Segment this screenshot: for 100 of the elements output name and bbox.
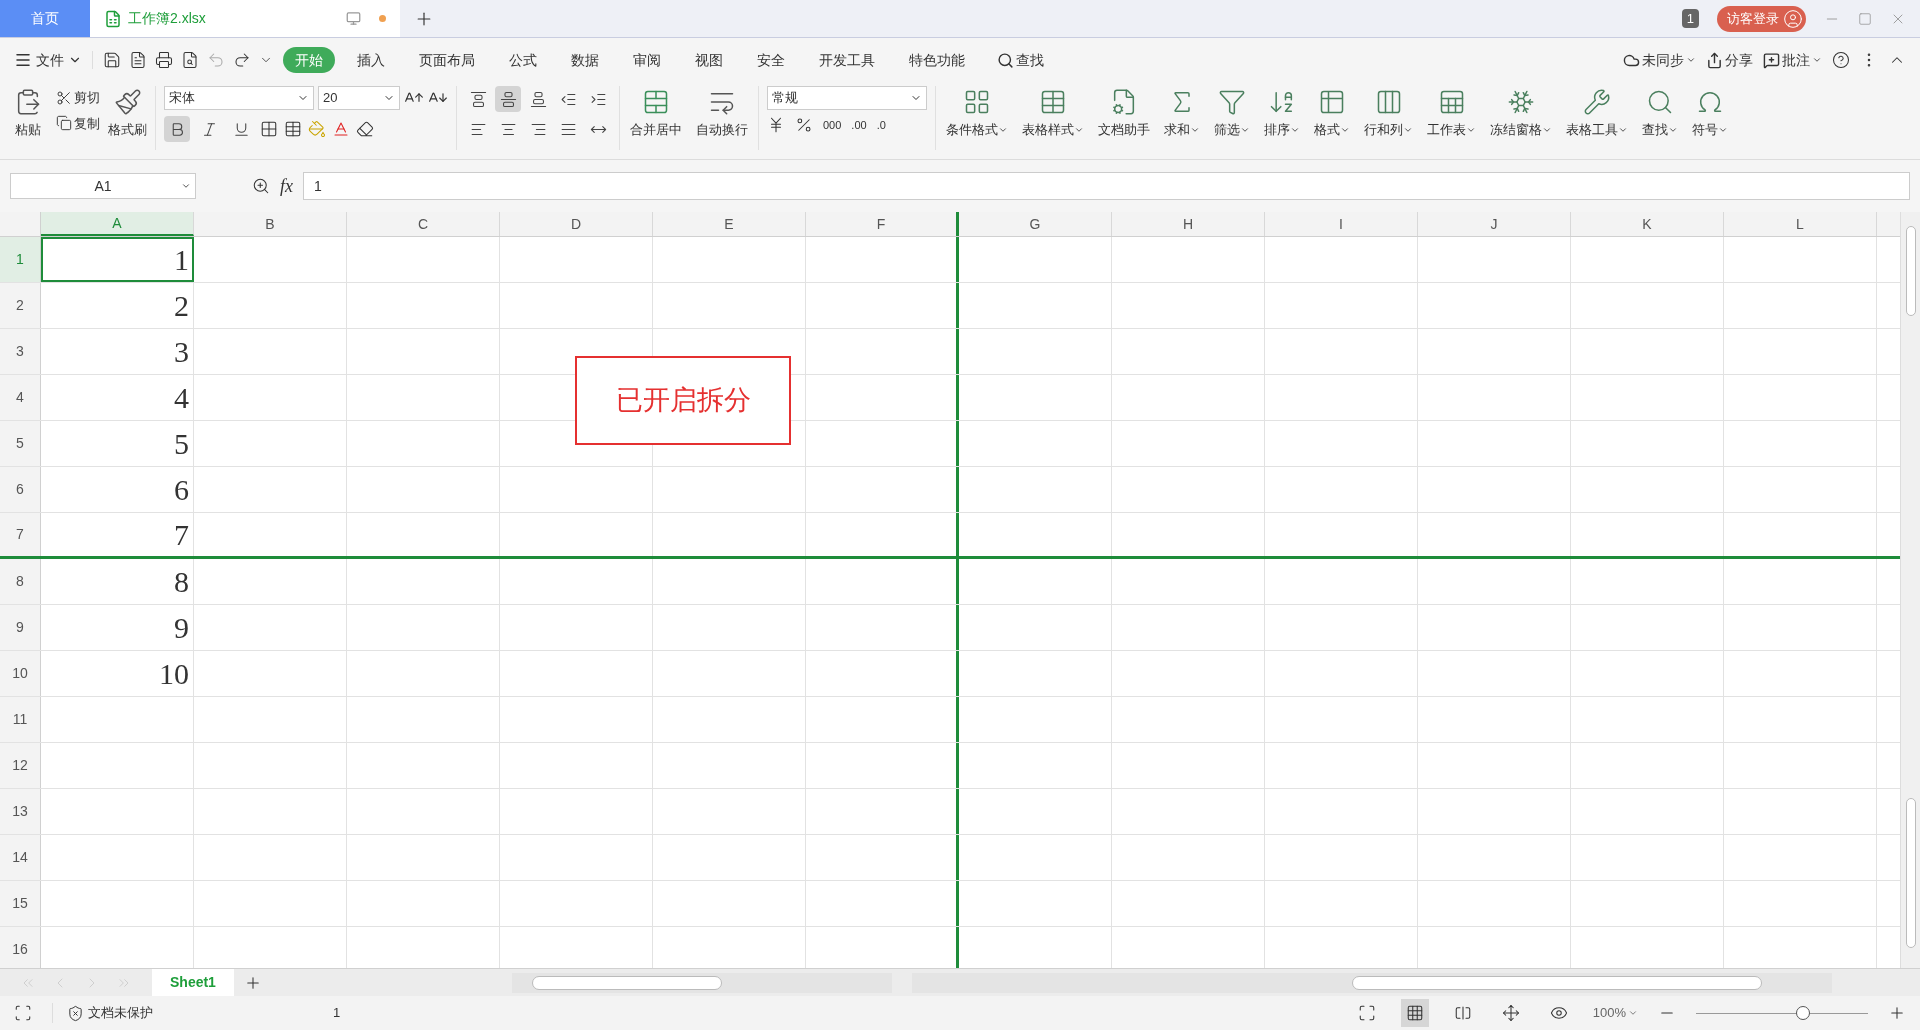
protection-status[interactable]: 文档未保护 [52, 1003, 153, 1023]
row-header[interactable]: 2 [0, 283, 41, 328]
format-painter-button[interactable]: 格式刷 [108, 86, 147, 150]
percent-icon[interactable] [795, 116, 813, 134]
row-header[interactable]: 16 [0, 927, 41, 968]
scrollbar-thumb[interactable] [1351, 975, 1762, 990]
row-header[interactable]: 9 [0, 605, 41, 650]
row-header[interactable]: 1 [0, 237, 41, 282]
eraser-icon[interactable] [356, 120, 374, 138]
thousands-button[interactable]: 000 [823, 116, 842, 134]
monitor-icon[interactable] [346, 11, 361, 26]
redo-icon[interactable] [233, 51, 251, 69]
horizontal-scrollbar[interactable] [511, 972, 892, 993]
menu-tab[interactable]: 视图 [683, 47, 735, 73]
file-menu[interactable]: 文件 [14, 49, 82, 71]
zoom-slider[interactable] [1696, 1005, 1868, 1021]
view-mode-button[interactable] [1400, 999, 1429, 1027]
column-header[interactable]: F [806, 212, 959, 236]
row-header[interactable]: 15 [0, 881, 41, 926]
print-icon[interactable] [155, 51, 173, 69]
zoom-dropdown[interactable]: 100% [1592, 1003, 1638, 1023]
row-header[interactable]: 13 [0, 789, 41, 834]
row-header[interactable]: 7 [0, 513, 41, 556]
menu-tab[interactable]: 审阅 [621, 47, 673, 73]
ribbon-tool-button[interactable]: 工作表 [1427, 86, 1476, 140]
ribbon-tool-button[interactable]: 符号 [1692, 86, 1728, 140]
name-box[interactable]: A1 [10, 173, 196, 199]
bold-button[interactable] [164, 116, 190, 142]
column-header[interactable]: B [194, 212, 347, 236]
file-tab[interactable]: 工作簿2.xlsx [90, 0, 400, 37]
save-icon[interactable] [103, 51, 121, 69]
formula-input[interactable]: 1 [303, 172, 1910, 200]
zoom-icon[interactable] [252, 177, 270, 195]
scrollbar-thumb[interactable] [531, 975, 722, 990]
wrap-text-button[interactable]: 自动换行 [696, 86, 748, 150]
zoom-in-icon[interactable] [1888, 1004, 1906, 1022]
column-header[interactable]: H [1112, 212, 1265, 236]
file-tab-label[interactable]: 工作簿2.xlsx [128, 8, 206, 29]
font-size-dropdown[interactable]: 20 [318, 86, 400, 110]
help-icon[interactable] [1832, 51, 1850, 69]
ribbon-tool-button[interactable]: 查找 [1642, 86, 1678, 140]
ribbon-tool-button[interactable]: 求和 [1164, 86, 1200, 140]
row-header[interactable]: 10 [0, 651, 41, 696]
login-button[interactable]: 访客登录 [1717, 5, 1806, 32]
merge-center-button[interactable]: 合并居中 [630, 86, 682, 150]
font-color-icon[interactable] [332, 120, 350, 138]
menu-tab[interactable]: 页面布局 [407, 47, 487, 73]
ribbon-tool-button[interactable]: 表格工具 [1566, 86, 1628, 140]
column-header[interactable]: K [1571, 212, 1724, 236]
scrollbar-thumb[interactable] [1905, 226, 1916, 316]
horizontal-scrollbar[interactable] [911, 972, 1832, 993]
add-decimal-button[interactable]: .00 [851, 116, 867, 134]
window-count-badge[interactable]: 1 [1681, 8, 1699, 29]
row-header[interactable]: 12 [0, 743, 41, 788]
column-header[interactable]: I [1265, 212, 1418, 236]
ribbon-tool-button[interactable]: 格式 [1314, 86, 1350, 140]
cut-button[interactable]: 剪切 [56, 88, 100, 108]
cell-style-icon[interactable] [284, 120, 302, 138]
menu-tab[interactable]: 特色功能 [897, 47, 977, 73]
ribbon-tool-button[interactable]: 排序 [1264, 86, 1300, 140]
remove-decimal-button[interactable]: .0 [876, 116, 886, 134]
ribbon-tool-button[interactable]: 表格样式 [1022, 86, 1084, 140]
zoom-slider-thumb[interactable] [1795, 1006, 1810, 1020]
row-header[interactable]: 14 [0, 835, 41, 880]
column-header[interactable]: E [653, 212, 806, 236]
column-header[interactable]: L [1724, 212, 1877, 236]
column-header[interactable]: C [347, 212, 500, 236]
scrollbar-thumb[interactable] [1905, 798, 1916, 948]
menu-tab[interactable]: 插入 [345, 47, 397, 73]
search-button[interactable]: 查找 [997, 49, 1044, 71]
ribbon-tool-button[interactable]: 行和列 [1364, 86, 1413, 140]
function-label[interactable]: fx [280, 172, 293, 200]
row-header[interactable]: 11 [0, 697, 41, 742]
row-header[interactable]: 6 [0, 467, 41, 512]
borders-icon[interactable] [260, 120, 278, 138]
paste-button[interactable]: 粘贴 [8, 86, 48, 150]
document-icon[interactable] [129, 51, 147, 69]
copy-button[interactable]: 复制 [56, 113, 100, 133]
menu-tab[interactable]: 开发工具 [807, 47, 887, 73]
ribbon-tool-button[interactable]: 条件格式 [946, 86, 1008, 140]
share-button[interactable]: 分享 [1706, 49, 1753, 71]
preview-icon[interactable] [181, 51, 199, 69]
align-middle-button[interactable] [495, 86, 521, 112]
row-header[interactable]: 5 [0, 421, 41, 466]
column-header[interactable]: D [500, 212, 653, 236]
column-header[interactable]: A [41, 212, 194, 236]
column-header[interactable]: J [1418, 212, 1571, 236]
menu-tab[interactable]: 数据 [559, 47, 611, 73]
sheet-tab[interactable]: Sheet1 [152, 969, 234, 996]
row-header[interactable]: 4 [0, 375, 41, 420]
column-header[interactable]: G [959, 212, 1112, 236]
sync-button[interactable]: 未同步 [1623, 49, 1696, 71]
font-name-dropdown[interactable]: 宋体 [164, 86, 314, 110]
comment-button[interactable]: 批注 [1763, 49, 1822, 71]
number-format-dropdown[interactable]: 常规 [767, 86, 927, 110]
row-header[interactable]: 8 [0, 559, 41, 604]
ribbon-tool-button[interactable]: 文档助手 [1098, 86, 1150, 140]
fill-color-icon[interactable] [308, 120, 326, 138]
menu-tab[interactable]: 公式 [497, 47, 549, 73]
ribbon-tool-button[interactable]: 筛选 [1214, 86, 1250, 140]
